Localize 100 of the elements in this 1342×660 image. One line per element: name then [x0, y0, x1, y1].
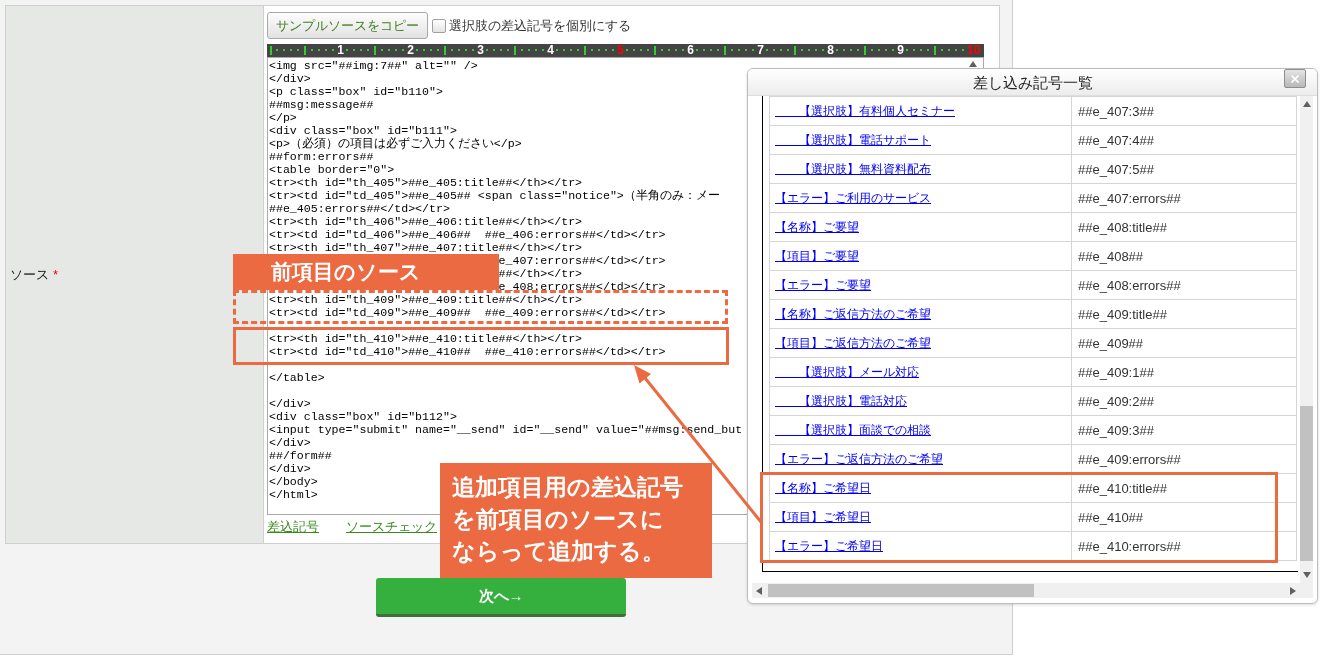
ruler-number: 3 — [477, 44, 484, 57]
item-link[interactable]: 【名称】ご要望 — [775, 219, 859, 235]
code-line: <tr><td id="td_409">##e_409## ##e_409:errors##</td></tr> — [269, 306, 666, 319]
item-link[interactable]: 【名称】ご返信方法のご希望 — [775, 306, 931, 322]
tag-code: ##e_409:errors## — [1078, 451, 1181, 467]
item-link[interactable]: 【選択肢】無料資料配布 — [775, 161, 931, 177]
ruler-number: 10 — [967, 44, 981, 57]
item-link[interactable]: 【項目】ご希望日 — [775, 509, 871, 525]
callout-text: ならって追加する。 — [452, 537, 665, 566]
item-link[interactable]: 【エラー】ご返信方法のご希望 — [775, 451, 943, 467]
scroll-down-arrow-icon[interactable] — [1302, 572, 1311, 578]
callout-text: 追加項目用の差込記号 — [452, 473, 683, 502]
scroll-up-arrow-icon[interactable] — [1302, 101, 1311, 107]
scroll-left-arrow-icon[interactable] — [756, 586, 762, 595]
checkbox[interactable] — [432, 18, 446, 33]
ruler-ticks-drawing — [346, 46, 404, 55]
field-label: ソース — [10, 265, 49, 284]
tag-code: ##e_410## — [1078, 509, 1144, 525]
code-line: </div> — [269, 397, 311, 410]
item-link[interactable]: 【選択肢】電話対応 — [775, 393, 907, 409]
horizontal-scrollbar[interactable] — [752, 583, 1313, 598]
item-link[interactable]: 【選択肢】メール対応 — [775, 364, 919, 380]
ruler-ticks-drawing — [626, 46, 684, 55]
ruler-number: 7 — [757, 44, 764, 57]
ruler-ticks-drawing — [906, 46, 964, 55]
code-line: ##e_405:errors##</td></tr> — [269, 202, 450, 215]
ruler-ticks-drawing — [276, 46, 334, 55]
tag-code: ##e_407:errors## — [1078, 190, 1181, 206]
ruler-ticks-drawing — [766, 46, 824, 55]
ruler-number: 9 — [897, 44, 904, 57]
code-line: <img src="##img:7##" alt="" /> — [269, 59, 478, 72]
item-link[interactable]: 【名称】ご希望日 — [775, 480, 871, 496]
code-line: </body> — [269, 475, 318, 488]
scroll-right-arrow-icon[interactable] — [1290, 586, 1296, 595]
required-mark: * — [53, 265, 59, 284]
code-line: </html> — [269, 488, 318, 501]
vertical-scrollbar[interactable] — [1300, 96, 1313, 583]
tag-code: ##e_409:2## — [1078, 393, 1154, 409]
ruler-ticks-drawing — [556, 46, 614, 55]
scrollbar-thumb[interactable] — [1300, 406, 1313, 561]
item-link[interactable]: 【選択肢】有料個人セミナー — [775, 103, 955, 119]
text-link[interactable]: 差込記号 — [267, 520, 319, 535]
code-line: ##</th></tr> — [498, 267, 583, 280]
ruler-ticks-drawing — [486, 46, 544, 55]
tag-code: ##e_409## — [1078, 335, 1144, 351]
ruler-number: 1 — [337, 44, 344, 57]
close-button[interactable] — [1284, 69, 1306, 88]
code-line: </div> — [269, 72, 311, 85]
item-link[interactable]: 【項目】ご要望 — [775, 248, 859, 264]
scroll-up-arrow-icon[interactable] — [969, 61, 977, 67]
code-line: e_408:errors##</td></tr> — [498, 280, 666, 293]
tag-code: ##e_409:title## — [1078, 306, 1167, 322]
tag-code: ##e_408## — [1078, 248, 1144, 264]
code-line: <tr><td id="td_410">##e_410## ##e_410:errors##</td></tr> — [269, 345, 666, 358]
item-link[interactable]: 【選択肢】電話サポート — [775, 132, 931, 148]
tag-code: ##e_407:4## — [1078, 132, 1154, 148]
tag-code: ##e_409:1## — [1078, 364, 1154, 380]
code-line: <p>（必須）の項目は必ずご入力ください</p> — [269, 137, 522, 150]
tag-code: ##e_410:title## — [1078, 480, 1167, 496]
ruler-number: 6 — [687, 44, 694, 57]
code-line: ##msg:message## — [269, 98, 374, 111]
ruler-ticks-drawing — [416, 46, 474, 55]
dialog-title: 差し込み記号一覧 — [971, 73, 1094, 93]
code-line: <tr><td id="td_405">##e_405## <span class="notice">（半角のみ：メー — [269, 189, 720, 202]
code-line: <tr><th id="th_405">##e_405:title##</th></tr> — [269, 176, 583, 189]
code-line: <tr><td id="td_406">##e_406## ##e_406:errors##</td></tr> — [269, 228, 666, 241]
code-line: <table border="0"> — [269, 163, 395, 176]
code-line: <div class="box" id="b111"> — [269, 124, 457, 137]
code-line: </p> — [269, 111, 297, 124]
ruler-tick-icon — [270, 46, 272, 55]
tag-code: ##e_407:3## — [1078, 103, 1154, 119]
code-line: </table> — [269, 371, 325, 384]
code-line: e_407:errors##</td></tr> — [498, 254, 666, 267]
tag-code: ##e_410:errors## — [1078, 538, 1181, 554]
tag-code: ##e_408:errors## — [1078, 277, 1181, 293]
copy-sample-button[interactable]: サンプルソースをコピー — [267, 12, 428, 39]
close-icon — [1289, 72, 1301, 85]
code-line: <p class="box" id="b110"> — [269, 85, 443, 98]
tag-code: ##e_407:5## — [1078, 161, 1154, 177]
ruler-ticks-drawing — [836, 46, 894, 55]
code-line: ##form:errors## — [269, 150, 374, 163]
text-link[interactable]: ソースチェック — [346, 520, 437, 535]
tag-code: ##e_409:3## — [1078, 422, 1154, 438]
code-line: <tr><th id="th_410">##e_410:title##</th></tr> — [269, 332, 583, 345]
scrollbar-thumb[interactable] — [768, 584, 1034, 597]
code-line: </div> — [269, 462, 311, 475]
code-line: </div> — [269, 436, 311, 449]
item-link[interactable]: 【エラー】ご利用のサービス — [775, 190, 931, 206]
ruler-number: 2 — [407, 44, 414, 57]
item-link[interactable]: 【エラー】ご要望 — [775, 277, 871, 293]
item-link[interactable]: 【選択肢】面談での相談 — [775, 422, 931, 438]
item-link[interactable]: 【エラー】ご希望日 — [775, 538, 883, 554]
ruler-number: 8 — [827, 44, 834, 57]
ruler-number: 4 — [547, 44, 554, 57]
item-link[interactable]: 【項目】ご返信方法のご希望 — [775, 335, 931, 351]
ruler-number: 5 — [617, 44, 624, 57]
tag-code: ##e_408:title## — [1078, 219, 1167, 235]
annotation-label: 前項目のソース — [233, 254, 499, 290]
checkbox-label: 選択肢の差込記号を個別にする — [449, 16, 631, 35]
code-line: <tr><th id="th_406">##e_406:title##</th></tr> — [269, 215, 583, 228]
